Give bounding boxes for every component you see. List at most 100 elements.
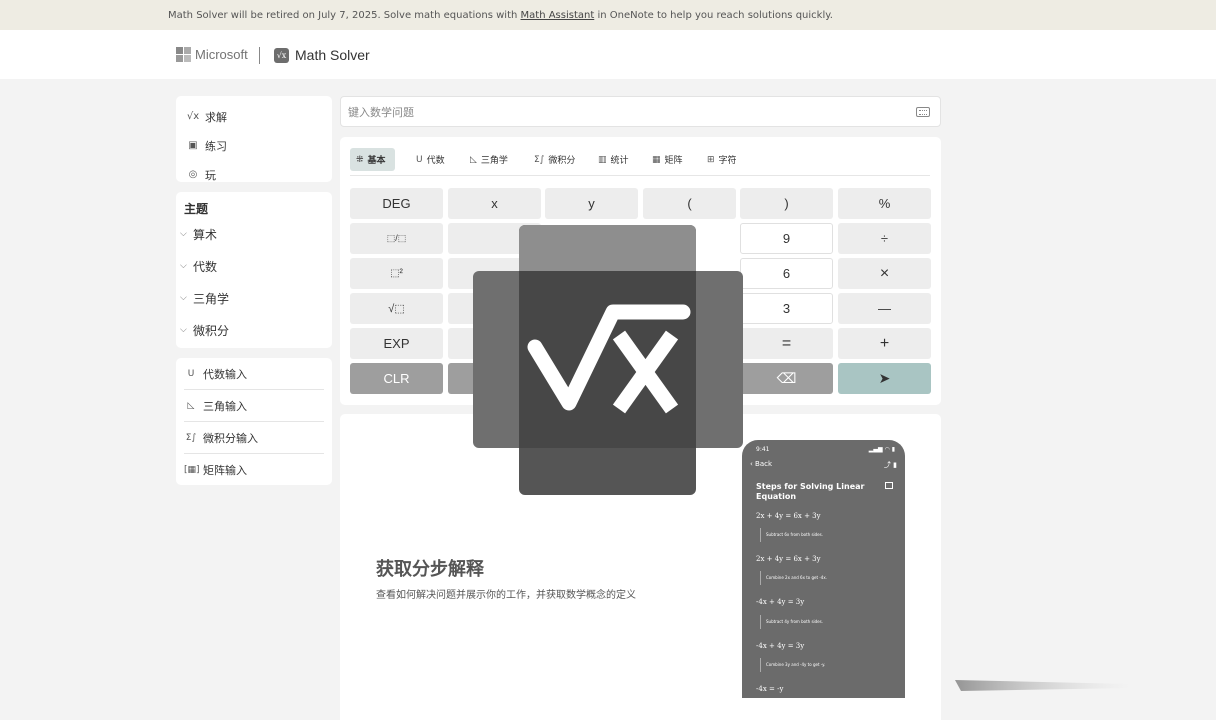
input-label: 矩阵输入 bbox=[203, 464, 247, 477]
deg-key[interactable]: DEG bbox=[350, 188, 443, 219]
math-problem-search bbox=[340, 96, 941, 127]
topic-algebra[interactable]: ⌵ 代数 bbox=[180, 256, 217, 276]
tab-label: 三角学 bbox=[480, 156, 508, 166]
tab-label: 字符 bbox=[718, 156, 737, 166]
topics-title: 主题 bbox=[184, 202, 209, 216]
basic-icon: ⁜ bbox=[356, 154, 364, 165]
exp-key[interactable]: EXP bbox=[350, 328, 443, 359]
nav-item-label: 练习 bbox=[205, 139, 227, 153]
input-trig[interactable]: ◺ 三角输入 bbox=[184, 390, 324, 422]
triangle-icon: ◺ bbox=[187, 400, 195, 411]
header-divider bbox=[259, 47, 260, 64]
phone-step-equation: -4x + 4y = 3y bbox=[756, 642, 805, 650]
input-matrix[interactable]: [▦] 矩阵输入 bbox=[184, 454, 324, 486]
nav-item-label: 求解 bbox=[205, 110, 227, 124]
multiply-key[interactable]: × bbox=[838, 258, 931, 289]
power-key[interactable]: ⬚² bbox=[350, 258, 443, 289]
brush-stroke-decoration bbox=[955, 680, 1130, 691]
nav-item-practice[interactable]: ▣ 练习 bbox=[176, 131, 332, 160]
minus-key[interactable]: — bbox=[838, 293, 931, 324]
tab-matrix[interactable]: ▦ 矩阵 bbox=[646, 148, 692, 171]
input-label: 代数输入 bbox=[203, 367, 247, 381]
keyboard-icon[interactable] bbox=[916, 107, 930, 117]
y-key[interactable]: y bbox=[545, 188, 638, 219]
tab-calculus[interactable]: Σ∫ 微积分 bbox=[528, 148, 584, 171]
math-solver-app-icon: √x bbox=[274, 48, 289, 63]
phone-mockup: 9:41 ▂▄▆ ◠ ▮ ‹ Back ⤴ ▮ Steps for Solvin… bbox=[742, 440, 905, 698]
nav-item-play[interactable]: ◎ 玩 bbox=[176, 160, 332, 189]
triangle-icon: ◺ bbox=[470, 154, 477, 165]
fraction-key[interactable]: ⬚/⬚ bbox=[350, 223, 443, 254]
matrix-icon: ▦ bbox=[652, 154, 661, 165]
math-solver-logo-overlay bbox=[473, 225, 743, 495]
characters-icon: ⊞ bbox=[707, 154, 715, 165]
send-icon[interactable]: ➤ bbox=[838, 363, 931, 394]
app-title[interactable]: Math Solver bbox=[295, 47, 370, 63]
matrix-icon: [▦] bbox=[184, 465, 200, 475]
input-label: 三角输入 bbox=[203, 399, 247, 413]
equals-key[interactable]: = bbox=[740, 328, 833, 359]
plus-key[interactable]: + bbox=[838, 328, 931, 359]
gamepad-icon: ◎ bbox=[188, 169, 198, 180]
phone-step-equation: 2x + 4y = 6x + 3y bbox=[756, 555, 821, 563]
calculator-tabs: ⁜ 基本 U 代数 ◺ 三角学 Σ∫ 微积分 ▥ 统计 ▦ 矩阵 ⊞ 字符 bbox=[350, 148, 930, 176]
chevron-down-icon: ⌵ bbox=[180, 293, 187, 303]
divide-key[interactable]: ÷ bbox=[838, 223, 931, 254]
math-assistant-link[interactable]: Math Assistant bbox=[521, 10, 595, 21]
tab-basic[interactable]: ⁜ 基本 bbox=[350, 148, 395, 171]
tab-label: 代数 bbox=[426, 156, 445, 166]
tab-algebra[interactable]: U 代数 bbox=[410, 148, 454, 171]
microsoft-brand[interactable]: Microsoft bbox=[195, 47, 248, 62]
main-nav: √x 求解 ▣ 练习 ◎ 玩 bbox=[176, 96, 332, 182]
six-key[interactable]: 6 bbox=[740, 258, 833, 289]
phone-step-note: Subtract 4y from both sides. bbox=[760, 615, 823, 629]
tab-characters[interactable]: ⊞ 字符 bbox=[701, 148, 746, 171]
backspace-icon[interactable]: ⌫ bbox=[740, 363, 833, 394]
banner-text-before: Math Solver will be retired on July 7, 2… bbox=[168, 10, 521, 21]
nine-key[interactable]: 9 bbox=[740, 223, 833, 254]
tab-label: 矩阵 bbox=[664, 156, 683, 166]
chevron-down-icon: ⌵ bbox=[180, 325, 187, 335]
sigma-integral-icon: Σ∫ bbox=[185, 432, 197, 443]
phone-step-note: Combine 3y and -4y to get -y. bbox=[760, 658, 825, 672]
phone-steps-title: Steps for Solving Linear Equation bbox=[756, 482, 865, 501]
percent-key[interactable]: % bbox=[838, 188, 931, 219]
right-paren-key[interactable]: ) bbox=[740, 188, 833, 219]
nav-item-solve[interactable]: √x 求解 bbox=[176, 102, 332, 131]
input-types-panel: U 代数输入 ◺ 三角输入 Σ∫ 微积分输入 [▦] 矩阵输入 bbox=[176, 358, 332, 485]
sqrt-x-icon bbox=[527, 304, 691, 414]
sigma-integral-icon: Σ∫ bbox=[534, 154, 545, 165]
topic-arithmetic[interactable]: ⌵ 算术 bbox=[180, 224, 217, 244]
banner-text-after: in OneNote to help you reach solutions q… bbox=[594, 10, 833, 21]
microsoft-logo-icon[interactable] bbox=[176, 47, 191, 62]
left-paren-key[interactable]: ( bbox=[643, 188, 736, 219]
phone-note-icon bbox=[885, 482, 893, 489]
topic-trigonometry[interactable]: ⌵ 三角学 bbox=[180, 288, 229, 308]
chevron-down-icon: ⌵ bbox=[180, 261, 187, 271]
input-calculus[interactable]: Σ∫ 微积分输入 bbox=[184, 422, 324, 454]
phone-step-equation: -4x = -y bbox=[756, 685, 784, 693]
retirement-banner: Math Solver will be retired on July 7, 2… bbox=[0, 0, 1216, 30]
clear-key[interactable]: CLR bbox=[350, 363, 443, 394]
nav-item-label: 玩 bbox=[205, 168, 216, 182]
sqrt-key[interactable]: √⬚ bbox=[350, 293, 443, 324]
three-key[interactable]: 3 bbox=[740, 293, 833, 324]
tab-label: 微积分 bbox=[548, 156, 576, 166]
site-header: Microsoft √x Math Solver bbox=[0, 30, 1216, 79]
phone-time: 9:41 bbox=[756, 446, 770, 453]
phone-step-note: Subtract 6x from both sides. bbox=[760, 528, 823, 542]
tab-statistics[interactable]: ▥ 统计 bbox=[592, 148, 638, 171]
phone-step-equation: 2x + 4y = 6x + 3y bbox=[756, 512, 821, 520]
topic-calculus[interactable]: ⌵ 微积分 bbox=[180, 320, 229, 340]
input-algebra[interactable]: U 代数输入 bbox=[184, 358, 324, 390]
input-label: 微积分输入 bbox=[203, 431, 258, 445]
math-problem-input[interactable] bbox=[348, 104, 888, 120]
x-key[interactable]: x bbox=[448, 188, 541, 219]
algebra-icon: U bbox=[187, 368, 195, 379]
phone-status-icons: ▂▄▆ ◠ ▮ bbox=[868, 446, 895, 453]
topic-label: 三角学 bbox=[193, 291, 230, 306]
phone-share-icon: ⤴ ▮ bbox=[883, 461, 897, 469]
topic-label: 算术 bbox=[193, 227, 218, 242]
tab-trigonometry[interactable]: ◺ 三角学 bbox=[464, 148, 517, 171]
topic-label: 代数 bbox=[193, 259, 218, 274]
